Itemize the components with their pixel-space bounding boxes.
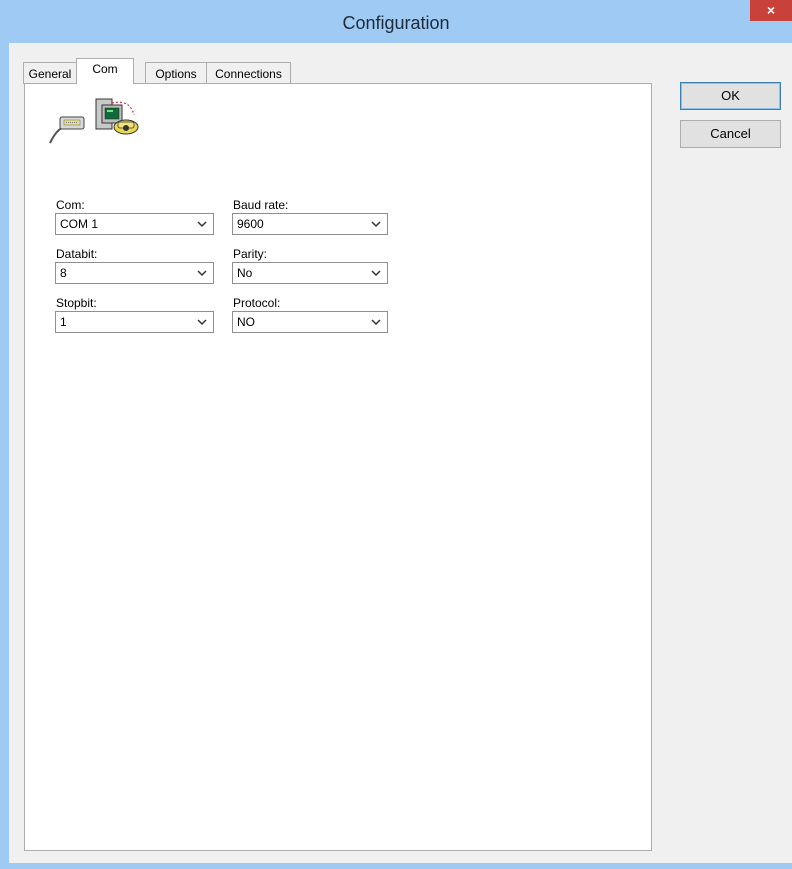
parity-label: Parity: — [233, 247, 268, 261]
chevron-down-icon — [197, 270, 207, 277]
databit-select[interactable]: 8 — [55, 262, 214, 284]
databit-label: Databit: — [56, 247, 98, 261]
protocol-label: Protocol: — [233, 296, 281, 310]
tab-general[interactable]: General — [23, 62, 77, 84]
window-title: Configuration — [342, 13, 450, 33]
baud-rate-select-value: 9600 — [237, 217, 264, 231]
com-select[interactable]: COM 1 — [55, 213, 214, 235]
com-label: Com: — [56, 198, 85, 212]
com-select-value: COM 1 — [60, 217, 99, 231]
baud-rate-label: Baud rate: — [233, 198, 289, 212]
tab-com[interactable]: Com — [76, 58, 134, 84]
protocol-select-value: NO — [237, 315, 255, 329]
parity-select-value: No — [237, 266, 253, 280]
ok-button[interactable]: OK — [680, 82, 781, 110]
stopbit-label: Stopbit: — [56, 296, 97, 310]
chevron-down-icon — [197, 319, 207, 326]
chevron-down-icon — [197, 221, 207, 228]
close-button[interactable]: × — [750, 0, 792, 21]
close-icon: × — [766, 2, 776, 18]
chevron-down-icon — [371, 221, 381, 228]
tab-options-label: Options — [155, 67, 197, 81]
databit-select-value: 8 — [60, 266, 67, 280]
chevron-down-icon — [371, 270, 381, 277]
protocol-select[interactable]: NO — [232, 311, 388, 333]
tab-connections[interactable]: Connections — [206, 62, 291, 84]
chevron-down-icon — [371, 319, 381, 326]
cancel-button[interactable]: Cancel — [680, 120, 781, 148]
cancel-button-label: Cancel — [710, 126, 751, 141]
com-tab-panel: Com: COM 1 Baud rate: 9600 Databit: 8 Pa… — [24, 83, 652, 851]
title-bar[interactable]: Configuration × — [0, 0, 792, 43]
parity-select[interactable]: No — [232, 262, 388, 284]
stopbit-select[interactable]: 1 — [55, 311, 214, 333]
serial-cable-computer-icon — [49, 98, 139, 144]
baud-rate-select[interactable]: 9600 — [232, 213, 388, 235]
configuration-window: Configuration × General Com Options Conn… — [0, 0, 792, 869]
ok-button-label: OK — [721, 88, 740, 103]
stopbit-select-value: 1 — [60, 315, 67, 329]
dialog-client-area: General Com Options Connections Com: COM… — [9, 43, 792, 863]
tab-com-label: Com — [92, 62, 118, 76]
tab-connections-label: Connections — [215, 67, 282, 81]
tab-options[interactable]: Options — [145, 62, 207, 84]
tab-general-label: General — [28, 67, 72, 81]
